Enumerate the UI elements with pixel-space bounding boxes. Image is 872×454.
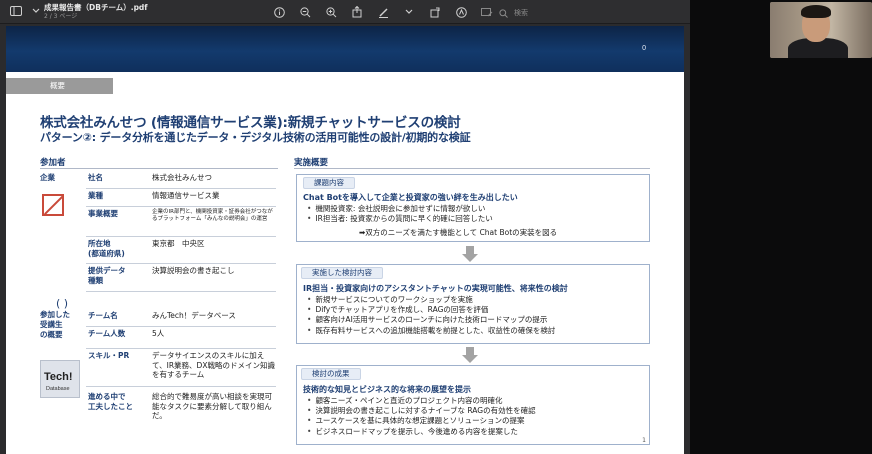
result-box: 検討の成果 技術的な知見とビジネス的な将来の展望を提示 顧客ニーズ・ペインと直近…: [296, 365, 650, 445]
company-row: 所在地 (都道府県) 東京都 中央区: [86, 237, 276, 264]
result-bullets: 顧客ニーズ・ペインと直近のプロジェクト内容の明確化 決算説明会の書き起こしに対す…: [307, 396, 536, 437]
implementation-rule: [294, 168, 650, 169]
list-item: 既存有料サービスへの追加機能搭載を前提とした、収益性の確保を検討: [307, 326, 555, 336]
row-key: 所在地 (都道府県): [88, 239, 125, 258]
team-logo-title: Tech!: [44, 371, 73, 383]
row-value: データサイエンスのスキルに加えて、IR業務、DX戦略のドメイン知識を有するチーム: [152, 351, 275, 379]
team-row: 進める中で 工夫したこと 総合的で難易度が高い相談を実現可能なタスクに要素分解し…: [86, 390, 276, 430]
study-bullets: 新規サービスについてのワークショップを実施 Difyでチャットアプリを作成し、R…: [307, 295, 555, 336]
implementation-heading: 実施概要: [294, 158, 329, 168]
search-icon: [495, 5, 511, 21]
slide-title: 株式会社みんせつ (情報通信サービス業):新規チャットサービスの検討: [40, 115, 461, 131]
company-label: 企業: [40, 173, 55, 182]
row-value: 企業のIR部門と、機関投資家・証券会社がつながるプラットフォーム「みんなの説明会…: [152, 209, 273, 222]
row-key: 業種: [88, 191, 103, 200]
pdf-viewer-window: 成果報告書（DBチーム）.pdf 2 / 3 ページ 検索 0 概要 株式会社み…: [0, 0, 690, 454]
company-logo: [42, 194, 64, 216]
issue-headline: Chat Botを導入して企業と投資家の強い絆を生み出したい: [303, 193, 518, 202]
list-item: 決算説明会の書き起こしに対するナイーブな RAGの有効性を確認: [307, 406, 535, 416]
zoom-out-icon[interactable]: [296, 4, 314, 20]
markup-icon[interactable]: [452, 4, 470, 20]
section-tab: 概要: [6, 78, 113, 94]
issue-box: 課題内容 Chat Botを導入して企業と投資家の強い絆を生み出したい 機関投資…: [296, 174, 650, 242]
team-row: チーム人数 5人: [86, 327, 276, 349]
company-row: 社名 株式会社みんせつ: [86, 171, 276, 189]
team-logo-sub: Database: [46, 386, 70, 392]
result-chip: 検討の成果: [301, 368, 361, 380]
row-value: 5人: [152, 329, 165, 338]
search-field[interactable]: 検索: [495, 5, 528, 21]
slide-subtitle: パターン②: データ分析を通じたデータ・デジタル技術の活用可能性の設計/初期的な…: [40, 131, 471, 144]
company-row: 事業概要 企業のIR部門と、機関投資家・証券会社がつながるプラットフォーム「みん…: [86, 207, 276, 237]
row-key: 進める中で 工夫したこと: [88, 392, 133, 411]
pdf-page: 0 概要 株式会社みんせつ (情報通信サービス業):新規チャットサービスの検討 …: [6, 26, 684, 454]
down-arrow-icon: [462, 246, 478, 262]
row-value: 情報通信サービス業: [152, 191, 220, 200]
study-headline: IR担当・投資家向けのアシスタントチャットの実現可能性、将来性の検討: [303, 284, 568, 293]
document-title: 成果報告書（DBチーム）.pdf: [44, 3, 148, 12]
scrollbar[interactable]: [684, 26, 690, 454]
participants-heading: 参加者: [40, 158, 66, 168]
list-item: ユースケースを基に具体的な想定課題とソリューションの提案: [307, 416, 536, 426]
video-person-hair: [801, 5, 831, 18]
info-icon[interactable]: [270, 4, 288, 20]
company-row: 提供データ 種類 決算説明会の書き起こし: [86, 264, 276, 292]
row-value: 東京都 中央区: [152, 239, 205, 248]
screen: 成果報告書（DBチーム）.pdf 2 / 3 ページ 検索 0 概要 株式会社み…: [0, 0, 872, 454]
team-row: チーム名 みんTech！データベース: [86, 309, 276, 327]
row-key: チーム人数: [88, 329, 126, 338]
row-value: 総合的で難易度が高い相談を実現可能なタスクに要素分解して取り組んだ。: [152, 392, 272, 420]
paren-mark: ( ): [56, 297, 69, 310]
slide-banner: 0: [6, 26, 684, 72]
row-key: スキル・PR: [88, 351, 130, 360]
row-value: みんTech！データベース: [152, 311, 236, 320]
list-item: 顧客ニーズ・ペインと直近のプロジェクト内容の明確化: [307, 396, 536, 406]
list-item: Difyでチャットアプリを作成し、RAGの回答を評価: [307, 305, 555, 315]
slide-page-number: 1: [642, 437, 646, 444]
list-item: 新規サービスについてのワークショップを実施: [307, 295, 555, 305]
issue-chip: 課題内容: [303, 177, 355, 189]
toolbar-tools: [270, 4, 496, 20]
row-key: チーム名: [88, 311, 118, 320]
banner-number: 0: [642, 45, 646, 52]
row-value: 株式会社みんせつ: [152, 173, 212, 182]
study-chip: 実施した検討内容: [301, 267, 383, 279]
team-logo: Tech! Database: [40, 360, 80, 398]
participant-video-tile[interactable]: [770, 2, 872, 58]
list-item: 顧客向けAI活用サービスのローンチに向けた技術ロードマップの提示: [307, 315, 555, 325]
issue-conclusion: ➡双方のニーズを満たす機能として Chat Botの実装を図る: [359, 228, 558, 237]
result-headline: 技術的な知見とビジネス的な将来の展望を提示: [303, 385, 471, 394]
list-item: 機関投資家: 会社説明会に参加せずに情報が欲しい: [307, 204, 493, 214]
down-arrow-icon: [462, 347, 478, 363]
row-key: 提供データ 種類: [88, 266, 126, 285]
search-placeholder: 検索: [514, 9, 528, 17]
list-item: IR担当者: 投資家からの質問に早く的確に回答したい: [307, 214, 492, 224]
team-row: スキル・PR データサイエンスのスキルに加えて、IR業務、DX戦略のドメイン知識…: [86, 349, 276, 387]
pen-options-chevron-icon[interactable]: [400, 4, 418, 20]
rotate-icon[interactable]: [426, 4, 444, 20]
row-value: 決算説明会の書き起こし: [152, 266, 235, 275]
study-box: 実施した検討内容 IR担当・投資家向けのアシスタントチャットの実現可能性、将来性…: [296, 264, 650, 344]
chevron-down-icon[interactable]: [28, 3, 44, 19]
learner-label: 参加した 受講生 の概要: [40, 310, 70, 339]
toolbar-left: [8, 3, 44, 19]
pen-icon[interactable]: [374, 4, 392, 20]
sidebar-toggle-icon[interactable]: [8, 3, 24, 19]
row-key: 社名: [88, 173, 103, 182]
row-key: 事業概要: [88, 209, 118, 218]
participants-rule: [40, 168, 278, 169]
form-icon[interactable]: [478, 4, 496, 20]
zoom-in-icon[interactable]: [322, 4, 340, 20]
share-icon[interactable]: [348, 4, 366, 20]
company-row: 業種 情報通信サービス業: [86, 189, 276, 207]
list-item: ビジネスロードマップを提示し、今後進める内容を提案した: [307, 427, 536, 437]
page-indicator: 2 / 3 ページ: [44, 13, 78, 20]
toolbar: 成果報告書（DBチーム）.pdf 2 / 3 ページ 検索: [0, 0, 690, 24]
issue-bullets: 機関投資家: 会社説明会に参加せずに情報が欲しい IR担当者: 投資家からの質問…: [307, 204, 493, 224]
